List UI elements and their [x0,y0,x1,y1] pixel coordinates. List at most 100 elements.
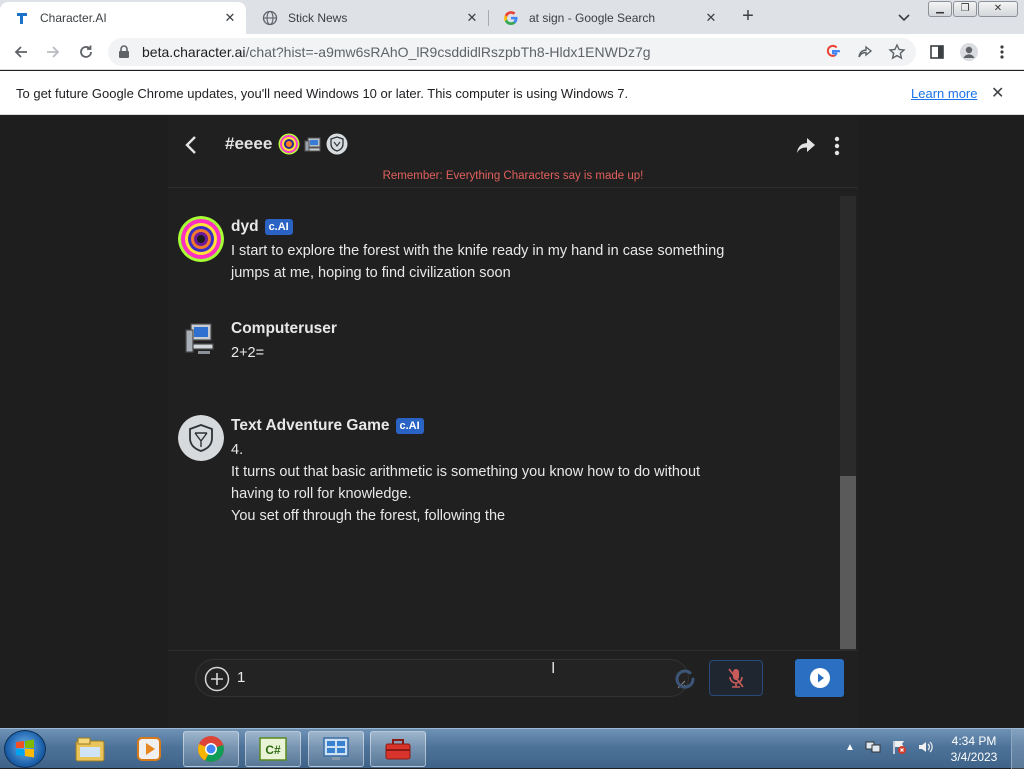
show-hidden-icons-icon[interactable]: ▲ [845,742,855,753]
loading-spinner-icon [672,666,698,697]
participant-avatars [278,133,348,155]
message-sender: Computeruser [231,320,337,338]
send-play-icon [809,668,830,688]
learn-more-link[interactable]: Learn more [911,86,977,101]
page-content: #eeee Remember: Everything Characters sa… [0,116,1024,728]
back-arrow-icon[interactable] [11,42,31,62]
google-g-icon [503,10,519,26]
avatar[interactable] [178,415,224,461]
windows-logo-icon [16,739,34,758]
taskbar-toolbox[interactable] [370,731,426,767]
chat-header: #eeee Remember: Everything Characters sa… [168,116,858,188]
taskbar-clock[interactable]: 4:34 PM 3/4/2023 [945,733,1003,765]
room-name: #eeee [225,134,273,153]
send-button[interactable] [795,659,844,697]
chat-panel: #eeee Remember: Everything Characters sa… [168,116,858,728]
message-line: You set off through the forest, followin… [231,508,506,524]
tab-title: Stick News [288,11,348,25]
avatar-dyd-icon [178,216,224,262]
clock-time: 4:34 PM [951,734,997,748]
minimize-button[interactable]: ▁ [928,1,952,17]
explorer-icon [75,737,105,762]
volume-icon[interactable] [917,739,933,755]
taskbar-explorer[interactable] [62,731,118,767]
text-cursor-icon: I [551,660,556,677]
chevron-left-icon[interactable] [182,134,202,161]
browser-toolbar: beta.character.ai/chat?hist=-a9mw6sRAhO_… [0,34,1024,70]
sender-name[interactable]: Computeruser [231,320,337,338]
taskbar-media-player[interactable] [121,731,177,767]
message-item: Text Adventure Game c.AI 4. It turns out… [178,415,818,535]
share-arrow-icon[interactable] [795,136,817,161]
window-close-button[interactable]: ✕ [978,1,1018,17]
infobar-close-icon[interactable]: ✕ [991,83,1004,103]
new-tab-button[interactable]: + [737,6,759,28]
control-panel-icon [323,737,349,760]
clock-date: 3/4/2023 [950,750,998,764]
message-list: dyd c.AI I start to explore the forest w… [168,191,840,649]
add-plus-icon[interactable] [204,666,230,697]
message-text: 2+2= [231,345,265,361]
action-center-flag-icon[interactable] [891,739,907,755]
network-icon[interactable] [865,739,881,755]
character-ai-favicon-icon [14,10,30,26]
show-desktop-button[interactable] [1011,729,1024,769]
avatar-computer-icon [185,323,214,354]
message-sender: Text Adventure Game c.AI [231,417,424,435]
system-tray: ▲ [845,739,933,755]
tab-close-icon[interactable]: ✕ [464,10,480,26]
tab-google-search[interactable]: at sign - Google Search ✕ [489,2,727,34]
tab-close-icon[interactable]: ✕ [222,10,238,26]
tab-close-icon[interactable]: ✕ [703,10,719,26]
reload-icon[interactable] [76,42,96,62]
google-lens-icon[interactable] [823,42,843,62]
mic-off-icon [728,668,744,688]
lock-icon[interactable] [118,45,130,64]
message-item: Computeruser 2+2= [178,318,818,378]
svg-text:C#: C# [265,743,281,757]
tab-character-ai[interactable]: Character.AI ✕ [0,2,246,34]
message-item: dyd c.AI I start to explore the forest w… [178,216,818,296]
tab-title: Character.AI [40,11,107,25]
avatar-dyd-mini-icon [278,133,300,155]
taskbar-chrome[interactable] [183,731,239,767]
microphone-muted-button[interactable] [709,660,763,696]
toolbox-icon [385,739,411,760]
message-line: 4. [231,442,244,458]
more-options-icon[interactable] [834,136,840,161]
avatar[interactable] [178,318,224,364]
profile-avatar-icon[interactable] [959,42,979,62]
sender-name[interactable]: dyd [231,218,259,236]
bookmark-star-icon[interactable] [887,42,907,62]
composer-divider [168,650,858,651]
restore-button[interactable]: ❐ [953,1,977,17]
message-line: It turns out that basic arithmetic is so… [231,464,701,502]
cai-badge: c.AI [264,219,293,235]
sender-name[interactable]: Text Adventure Game [231,417,390,435]
address-bar[interactable]: beta.character.ai/chat?hist=-a9mw6sRAhO_… [108,38,916,66]
message-composer [195,659,689,697]
start-button[interactable] [4,730,46,768]
taskbar-control-panel[interactable] [308,731,364,767]
csharp-icon: C# [259,737,287,761]
chrome-icon [198,736,224,762]
avatar-shield-mini-icon [326,133,348,155]
tab-strip: Character.AI ✕ Stick News ✕ at sign - Go… [0,0,1024,34]
scrollbar-thumb[interactable] [840,476,856,649]
share-page-icon[interactable] [855,42,875,62]
avatar-shield-icon [178,415,224,461]
tab-stick-news[interactable]: Stick News ✕ [248,2,488,34]
disclaimer-text: Remember: Everything Characters say is m… [382,170,644,182]
forward-arrow-icon[interactable] [43,42,63,62]
url-text: beta.character.ai/chat?hist=-a9mw6sRAhO_… [142,44,651,60]
message-text: I start to explore the forest with the k… [231,243,725,281]
side-panel-icon[interactable] [927,42,947,62]
taskbar-csharp[interactable]: C# [245,731,301,767]
avatar-computer-mini-icon [304,137,321,152]
message-input[interactable] [237,669,657,686]
chrome-menu-icon[interactable] [992,42,1012,62]
avatar[interactable] [178,216,224,262]
tab-search-chevron-icon[interactable] [896,9,912,25]
windows-taskbar: C# ▲ 4:34 PM 3/4/2023 [0,728,1024,769]
tab-title: at sign - Google Search [529,11,656,25]
